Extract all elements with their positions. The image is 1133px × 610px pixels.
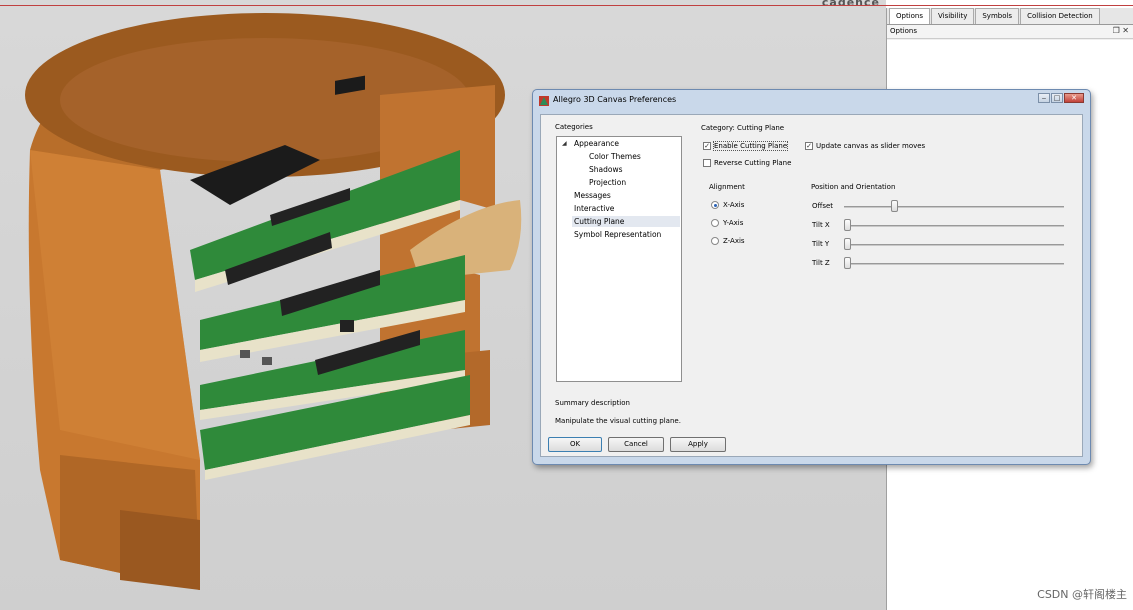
- update-canvas-label: Update canvas as slider moves: [816, 142, 926, 150]
- reverse-cutting-plane-checkbox[interactable]: Reverse Cutting Plane: [703, 159, 791, 167]
- checkbox-checked-icon: ✓: [703, 142, 711, 150]
- pin-icon[interactable]: ❐: [1113, 26, 1120, 35]
- dock-header: Options ❐ ✕: [887, 25, 1133, 39]
- dock-tab-bar: Options Visibility Symbols Collision Det…: [887, 8, 1133, 25]
- radio-x-axis-label: X-Axis: [723, 201, 745, 209]
- radio-z-axis-label: Z-Axis: [723, 237, 745, 245]
- allegro-app-icon: [539, 96, 549, 106]
- tilt-z-label: Tilt Z: [812, 259, 830, 267]
- tab-options[interactable]: Options: [889, 8, 931, 24]
- radio-y-axis-label: Y-Axis: [723, 219, 744, 227]
- minimize-button[interactable]: ‒: [1038, 93, 1050, 103]
- dialog-client-area: Categories ◢ Appearance Color Themes Sha…: [540, 114, 1083, 457]
- tree-item-shadows[interactable]: Shadows: [587, 164, 625, 175]
- alignment-label: Alignment: [709, 183, 745, 191]
- summary-text: Manipulate the visual cutting plane.: [555, 417, 681, 425]
- dialog-title: Allegro 3D Canvas Preferences: [553, 95, 677, 104]
- close-icon[interactable]: ✕: [1122, 26, 1129, 35]
- tree-item-messages[interactable]: Messages: [572, 190, 613, 201]
- offset-slider[interactable]: Offset: [812, 199, 1064, 213]
- cancel-button[interactable]: Cancel: [608, 437, 664, 452]
- slider-thumb[interactable]: [890, 200, 898, 212]
- tab-symbols[interactable]: Symbols: [975, 8, 1020, 24]
- radio-y-axis[interactable]: Y-Axis: [711, 219, 743, 227]
- update-canvas-checkbox[interactable]: ✓ Update canvas as slider moves: [805, 142, 925, 150]
- slider-track: [844, 244, 1064, 246]
- tree-item-symbol-representation[interactable]: Symbol Representation: [572, 229, 663, 240]
- slider-thumb[interactable]: [844, 238, 851, 250]
- tilt-x-label: Tilt X: [812, 221, 830, 229]
- checkbox-unchecked-icon: [703, 159, 711, 167]
- enable-cutting-plane-checkbox[interactable]: ✓ Enable Cutting Plane: [703, 141, 789, 151]
- top-border-line: [0, 5, 1133, 6]
- reverse-cutting-plane-label: Reverse Cutting Plane: [714, 159, 792, 167]
- apply-button[interactable]: Apply: [670, 437, 726, 452]
- radio-z-axis[interactable]: Z-Axis: [711, 237, 745, 245]
- category-heading: Category: Cutting Plane: [701, 124, 785, 132]
- category-tree[interactable]: ◢ Appearance Color Themes Shadows Projec…: [556, 136, 682, 382]
- window-controls: ‒ □ ✕: [1038, 93, 1084, 103]
- offset-label: Offset: [812, 202, 834, 210]
- tree-item-cutting-plane[interactable]: Cutting Plane: [572, 216, 680, 227]
- radio-x-axis[interactable]: X-Axis: [711, 201, 744, 209]
- dialog-title-bar[interactable]: Allegro 3D Canvas Preferences: [533, 90, 1090, 112]
- radio-unselected-icon: [711, 219, 719, 227]
- tree-item-appearance[interactable]: Appearance: [572, 138, 621, 149]
- tab-collision-detection[interactable]: Collision Detection: [1020, 8, 1100, 24]
- categories-label: Categories: [555, 123, 593, 131]
- tab-visibility[interactable]: Visibility: [931, 8, 975, 24]
- maximize-button[interactable]: □: [1051, 93, 1063, 103]
- tilt-y-slider[interactable]: Tilt Y: [812, 237, 1064, 251]
- tree-item-projection[interactable]: Projection: [587, 177, 628, 188]
- radio-unselected-icon: [711, 237, 719, 245]
- summary-label: Summary description: [555, 399, 630, 407]
- expand-collapse-icon[interactable]: ◢: [562, 140, 567, 147]
- tree-item-color-themes[interactable]: Color Themes: [587, 151, 643, 162]
- slider-thumb[interactable]: [844, 219, 851, 231]
- preferences-dialog: Allegro 3D Canvas Preferences ‒ □ ✕ Cate…: [532, 89, 1091, 465]
- enable-cutting-plane-label: Enable Cutting Plane: [712, 141, 789, 151]
- slider-track: [844, 206, 1064, 208]
- tilt-y-label: Tilt Y: [812, 240, 830, 248]
- tilt-x-slider[interactable]: Tilt X: [812, 218, 1064, 232]
- radio-selected-icon: [711, 201, 719, 209]
- slider-track: [844, 225, 1064, 227]
- ok-button[interactable]: OK: [548, 437, 602, 452]
- watermark: CSDN @轩阁楼主: [1037, 588, 1127, 601]
- tree-item-interactive[interactable]: Interactive: [572, 203, 616, 214]
- slider-track: [844, 263, 1064, 265]
- position-orientation-label: Position and Orientation: [811, 183, 896, 191]
- tilt-z-slider[interactable]: Tilt Z: [812, 256, 1064, 270]
- slider-thumb[interactable]: [844, 257, 851, 269]
- checkbox-checked-icon: ✓: [805, 142, 813, 150]
- dock-header-title: Options: [890, 27, 918, 35]
- close-button[interactable]: ✕: [1064, 93, 1084, 103]
- dock-controls: ❐ ✕: [1113, 26, 1129, 35]
